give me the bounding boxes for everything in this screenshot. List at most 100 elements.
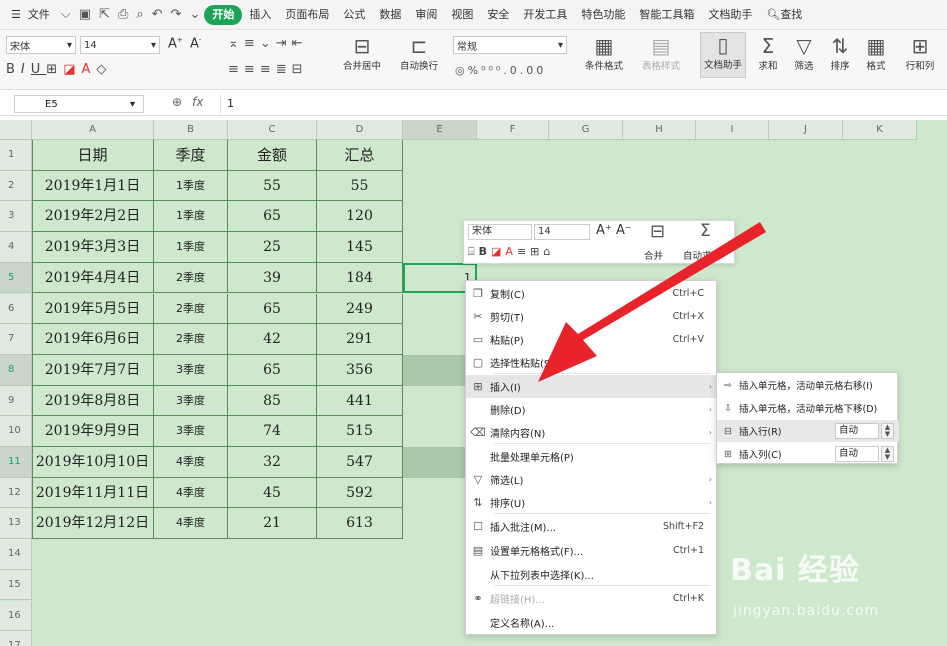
table-cell[interactable]: 613 xyxy=(317,508,403,540)
table-cell[interactable]: 45 xyxy=(228,477,317,509)
border-icon[interactable]: ⊞ xyxy=(46,62,63,77)
chevron-down-icon[interactable]: ⌵ xyxy=(57,7,75,22)
context-menu-item[interactable]: ⌫ 清除内容(N) › xyxy=(466,421,718,444)
row-col-button[interactable]: ⊞ 行和列 xyxy=(897,34,943,72)
format-painter-icon[interactable]: ⌸ xyxy=(468,245,479,258)
redo-icon[interactable]: ↷ xyxy=(167,7,186,22)
table-cell[interactable]: 4季度 xyxy=(154,477,228,509)
table-cell[interactable]: 65 xyxy=(228,293,317,325)
wrap-text-button[interactable]: ⊏ 自动换行 xyxy=(397,34,441,72)
table-cell[interactable]: 1季度 xyxy=(154,201,228,233)
indent-icon[interactable]: ⇥ xyxy=(276,36,292,51)
align-bottom-icon[interactable]: ⌄ xyxy=(260,36,276,51)
table-cell[interactable]: 2019年7月7日 xyxy=(32,354,154,386)
table-cell[interactable]: 2019年3月3日 xyxy=(32,232,154,263)
tab-home[interactable]: 开始 xyxy=(204,4,243,25)
tab-formula[interactable]: 公式 xyxy=(336,0,372,30)
table-cell[interactable]: 3季度 xyxy=(154,416,228,447)
tab-view[interactable]: 视图 xyxy=(444,0,480,30)
col-header-j[interactable]: J xyxy=(769,120,843,140)
table-cell[interactable]: 2019年11月11日 xyxy=(32,477,154,509)
table-cell[interactable]: 2019年9月9日 xyxy=(32,416,154,447)
font-size-select[interactable]: 14 ▾ xyxy=(80,36,160,54)
insert-cells-shift-down[interactable]: ⇩ 插入单元格，活动单元格下移(D) xyxy=(717,397,899,419)
col-header-d[interactable]: D xyxy=(317,120,403,140)
mini-font-select[interactable]: 宋体 xyxy=(468,224,532,240)
align-middle-icon[interactable]: ≡ xyxy=(244,36,260,51)
table-cell[interactable]: 145 xyxy=(317,232,403,263)
header-cell[interactable]: 日期 xyxy=(32,140,154,171)
col-header-a[interactable]: A xyxy=(32,120,154,140)
table-cell[interactable]: 2019年2月2日 xyxy=(32,201,154,233)
col-count-input[interactable]: 自动 xyxy=(835,446,879,462)
row-header-3[interactable]: 3 xyxy=(0,201,32,233)
underline-icon[interactable]: U xyxy=(31,62,47,77)
table-cell[interactable]: 25 xyxy=(228,232,317,263)
fill-color-icon[interactable]: ◪ xyxy=(491,245,505,258)
context-menu-item[interactable]: ⊞ 插入(I) › xyxy=(466,375,718,398)
row-header-13[interactable]: 13 xyxy=(0,508,32,540)
table-cell[interactable]: 2019年1月1日 xyxy=(32,170,154,202)
context-menu-item[interactable]: ▤ 设置单元格格式(F)... Ctrl+1 xyxy=(466,539,718,562)
table-cell[interactable]: 65 xyxy=(228,354,317,386)
export-icon[interactable]: ⇱ xyxy=(95,7,114,22)
table-cell[interactable]: 1季度 xyxy=(154,232,228,263)
row-header-14[interactable]: 14 xyxy=(0,539,32,570)
thousands-icon[interactable]: ⁰⁰⁰ xyxy=(481,64,503,77)
font-shrink-icon[interactable]: A- xyxy=(190,36,201,51)
conditional-format-button[interactable]: ▦ 条件格式 xyxy=(580,34,628,72)
header-cell[interactable]: 汇总 xyxy=(317,140,403,171)
eraser-icon[interactable]: ◇ xyxy=(96,62,112,77)
row-header-4[interactable]: 4 xyxy=(0,232,32,263)
filter-button[interactable]: ▽ 筛选 xyxy=(788,34,820,72)
align-right-icon[interactable]: ≡ xyxy=(260,62,276,77)
table-cell[interactable]: 592 xyxy=(317,477,403,509)
row-header-15[interactable]: 15 xyxy=(0,569,32,601)
context-menu-item[interactable]: ⚭ 超链接(H)... Ctrl+K xyxy=(466,587,718,610)
italic-icon[interactable]: I xyxy=(21,62,31,77)
merge-center-button[interactable]: ⊟ 合并居中 xyxy=(340,34,384,72)
tab-doc-helper[interactable]: 文档助手 xyxy=(701,0,759,30)
table-cell[interactable]: 21 xyxy=(228,508,317,540)
context-menu-item[interactable]: 删除(D) › xyxy=(466,398,718,421)
format-button[interactable]: ▦ 格式 xyxy=(860,34,892,72)
table-cell[interactable]: 3季度 xyxy=(154,385,228,417)
tab-security[interactable]: 安全 xyxy=(480,0,516,30)
row-header-9[interactable]: 9 xyxy=(0,385,32,417)
font-grow-icon[interactable]: A⁺ xyxy=(596,223,612,238)
font-color-icon[interactable]: A xyxy=(81,62,96,77)
save-icon[interactable]: ▣ xyxy=(75,7,95,22)
row-count-stepper[interactable]: ▲ ▼ xyxy=(881,423,894,439)
row-header-16[interactable]: 16 xyxy=(0,600,32,632)
font-color-icon[interactable]: A xyxy=(505,245,517,258)
col-header-i[interactable]: I xyxy=(696,120,769,140)
percent-icon[interactable]: % xyxy=(468,64,481,77)
table-cell[interactable]: 441 xyxy=(317,385,403,417)
table-cell[interactable]: 3季度 xyxy=(154,354,228,386)
table-cell[interactable]: 55 xyxy=(228,170,317,202)
zoom-function-icon[interactable]: ⊕ xyxy=(172,95,182,109)
table-cell[interactable]: 2019年8月8日 xyxy=(32,385,154,417)
customize-icon[interactable]: ⌄ xyxy=(185,7,204,22)
row-header-10[interactable]: 10 xyxy=(0,416,32,447)
col-header-k[interactable]: K xyxy=(843,120,917,140)
mini-size-select[interactable]: 14 xyxy=(534,224,590,240)
table-cell[interactable]: 2019年10月10日 xyxy=(32,447,154,478)
col-header-g[interactable]: G xyxy=(549,120,623,140)
outdent-icon[interactable]: ⇤ xyxy=(292,36,308,51)
currency-icon[interactable]: ◎ xyxy=(455,64,468,77)
distribute-icon[interactable]: ⊟ xyxy=(292,62,308,77)
table-cell[interactable]: 2季度 xyxy=(154,262,228,294)
menu-file[interactable]: 文件 xyxy=(28,0,57,30)
row-header-2[interactable]: 2 xyxy=(0,170,32,202)
col-header-b[interactable]: B xyxy=(154,120,228,140)
table-cell[interactable]: 39 xyxy=(228,262,317,294)
align-center-icon[interactable]: ≡ xyxy=(517,245,530,258)
align-top-icon[interactable]: ⌅ xyxy=(228,36,244,51)
row-header-1[interactable]: 1 xyxy=(0,140,32,171)
col-header-h[interactable]: H xyxy=(623,120,696,140)
table-cell[interactable]: 2季度 xyxy=(154,293,228,325)
context-menu-item[interactable]: 从下拉列表中选择(K)... xyxy=(466,563,718,586)
hamburger-icon[interactable]: ☰ xyxy=(4,0,28,30)
row-header-11[interactable]: 11 xyxy=(0,447,32,478)
